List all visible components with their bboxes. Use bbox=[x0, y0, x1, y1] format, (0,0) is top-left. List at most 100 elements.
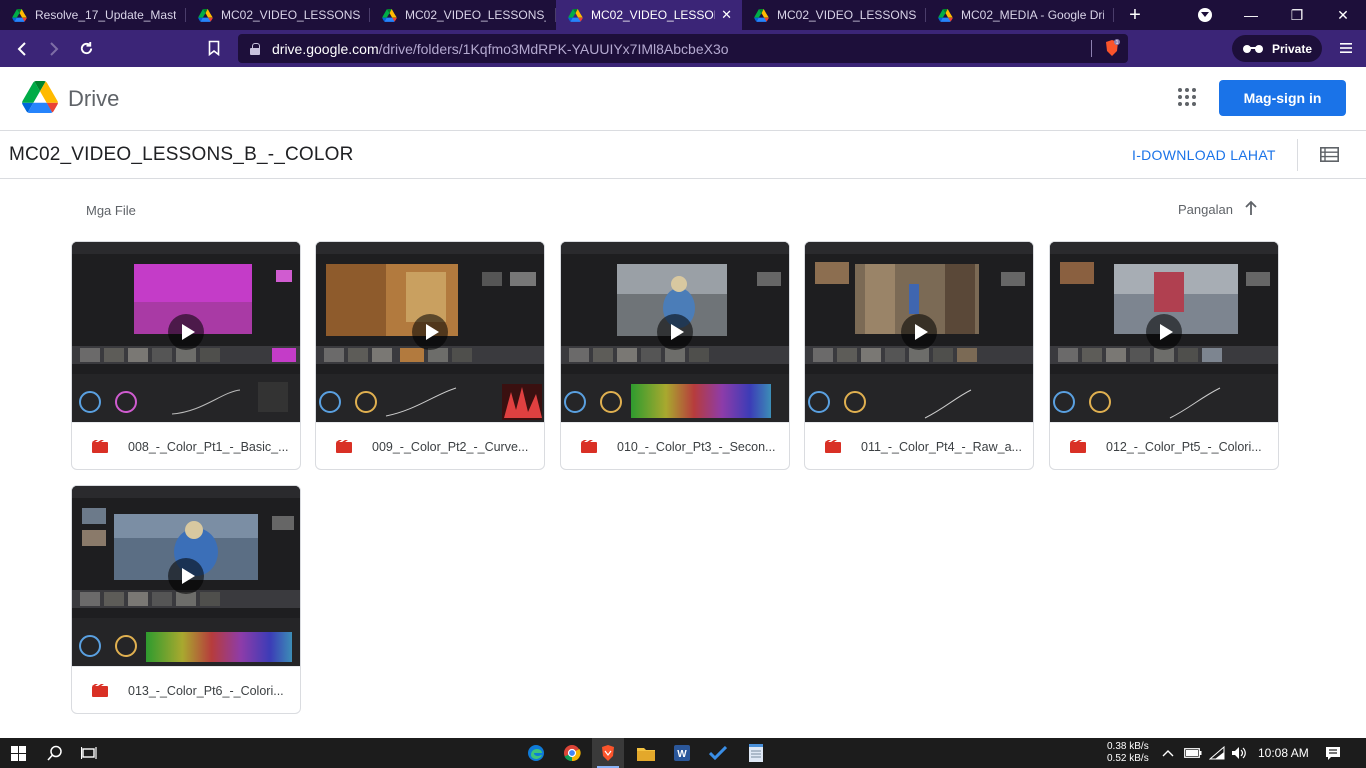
divider bbox=[1297, 139, 1298, 171]
reload-button[interactable] bbox=[70, 33, 102, 65]
tab-close-icon[interactable]: ✕ bbox=[721, 7, 732, 23]
new-tab-button[interactable]: + bbox=[1120, 0, 1150, 30]
url-domain: drive.google.com bbox=[272, 40, 379, 57]
browser-tab[interactable]: MC02_VIDEO_LESSONS_C_- bbox=[370, 0, 556, 30]
address-bar-divider bbox=[1091, 40, 1092, 57]
notification-icon bbox=[1326, 746, 1340, 760]
file-name: 011_-_Color_Pt4_-_Raw_a... bbox=[861, 439, 1022, 454]
reload-icon bbox=[80, 41, 92, 55]
maximize-button[interactable]: ❐ bbox=[1274, 0, 1320, 30]
files-section-label: Mga File bbox=[86, 203, 136, 218]
video-thumbnail bbox=[805, 242, 1033, 422]
window-controls: — ❐ ✕ bbox=[1182, 0, 1366, 30]
browser-tab[interactable]: Resolve_17_Update_MasterC bbox=[0, 0, 186, 30]
sort-by-name-button[interactable]: Pangalan bbox=[1178, 202, 1233, 217]
volume-indicator[interactable] bbox=[1228, 738, 1250, 768]
file-card-footer: 012_-_Color_Pt5_-_Colori... bbox=[1050, 422, 1278, 469]
drive-app-name[interactable]: Drive bbox=[68, 86, 119, 112]
video-thumbnail bbox=[72, 486, 300, 666]
brave-app[interactable] bbox=[592, 738, 624, 768]
battery-indicator[interactable] bbox=[1182, 738, 1204, 768]
back-button[interactable] bbox=[6, 33, 38, 65]
word-app[interactable]: W bbox=[666, 738, 698, 768]
notepad-icon bbox=[749, 744, 763, 762]
file-card[interactable]: 008_-_Color_Pt1_-_Basic_... bbox=[71, 241, 301, 470]
file-card[interactable]: 011_-_Color_Pt4_-_Raw_a... bbox=[804, 241, 1034, 470]
browser-tab[interactable]: MC02_MEDIA - Google Driv bbox=[926, 0, 1114, 30]
wifi-indicator[interactable] bbox=[1206, 738, 1228, 768]
incognito-glasses-icon bbox=[1242, 44, 1263, 53]
system-clock[interactable]: 10:08 AM bbox=[1258, 746, 1309, 760]
play-icon bbox=[168, 558, 204, 594]
task-view-button[interactable] bbox=[72, 738, 106, 768]
drive-header: Drive Mag-sign in bbox=[0, 67, 1366, 131]
video-file-icon bbox=[1070, 440, 1086, 453]
file-card[interactable]: 013_-_Color_Pt6_-_Colori... bbox=[71, 485, 301, 714]
drive-favicon-icon bbox=[12, 8, 27, 22]
video-file-icon bbox=[92, 684, 108, 697]
google-drive-logo-icon[interactable] bbox=[22, 81, 58, 113]
chrome-browser-icon bbox=[564, 745, 581, 762]
video-file-icon bbox=[92, 440, 108, 453]
list-view-icon[interactable] bbox=[1320, 147, 1339, 162]
private-window-indicator[interactable]: Private bbox=[1232, 35, 1322, 62]
search-icon bbox=[47, 745, 62, 761]
chevron-down-icon bbox=[1198, 8, 1212, 22]
file-explorer-app[interactable] bbox=[630, 738, 662, 768]
file-name: 013_-_Color_Pt6_-_Colori... bbox=[128, 683, 284, 698]
network-download-speed: 0.52 kB/s bbox=[1107, 753, 1149, 764]
close-window-button[interactable]: ✕ bbox=[1320, 0, 1366, 30]
play-icon bbox=[657, 314, 693, 350]
sign-in-button[interactable]: Mag-sign in bbox=[1219, 80, 1346, 116]
tab-title: MC02_MEDIA - Google Driv bbox=[961, 8, 1104, 22]
drive-favicon-icon bbox=[198, 8, 213, 22]
search-button[interactable] bbox=[38, 738, 72, 768]
minimize-button[interactable]: — bbox=[1228, 0, 1274, 30]
forward-button[interactable] bbox=[38, 33, 70, 65]
file-card[interactable]: 010_-_Color_Pt3_-_Secon... bbox=[560, 241, 790, 470]
video-file-icon bbox=[336, 440, 352, 453]
brave-shield-icon[interactable]: 1 bbox=[1104, 39, 1120, 57]
file-name: 008_-_Color_Pt1_-_Basic_... bbox=[128, 439, 289, 454]
battery-icon bbox=[1184, 748, 1202, 758]
browser-toolbar: drive.google.com/drive/folders/1Kqfmo3Md… bbox=[0, 30, 1366, 67]
file-card[interactable]: 012_-_Color_Pt5_-_Colori... bbox=[1049, 241, 1279, 470]
file-card-footer: 010_-_Color_Pt3_-_Secon... bbox=[561, 422, 789, 469]
file-card-footer: 011_-_Color_Pt4_-_Raw_a... bbox=[805, 422, 1033, 469]
sort-ascending-arrow-icon[interactable] bbox=[1244, 200, 1258, 216]
play-icon bbox=[412, 314, 448, 350]
file-card[interactable]: 009_-_Color_Pt2_-_Curve... bbox=[315, 241, 545, 470]
file-card-footer: 013_-_Color_Pt6_-_Colori... bbox=[72, 666, 300, 713]
show-hidden-icons-button[interactable] bbox=[1158, 738, 1178, 768]
video-thumbnail bbox=[561, 242, 789, 422]
google-apps-icon[interactable] bbox=[1178, 88, 1196, 106]
windows-taskbar: W 0.38 kB/s 0.52 kB/s 10:08 AM bbox=[0, 738, 1366, 768]
bookmark-icon[interactable] bbox=[208, 40, 220, 56]
edge-app[interactable] bbox=[520, 738, 552, 768]
start-button[interactable] bbox=[0, 738, 36, 768]
browser-menu-button[interactable] bbox=[1334, 33, 1358, 63]
tab-title: MC02_VIDEO_LESSONS bbox=[591, 8, 715, 22]
action-center-button[interactable] bbox=[1320, 738, 1346, 768]
video-file-icon bbox=[581, 440, 597, 453]
tab-search-button[interactable] bbox=[1182, 0, 1228, 30]
svg-text:W: W bbox=[677, 749, 687, 760]
video-thumbnail bbox=[316, 242, 544, 422]
download-all-button[interactable]: I-DOWNLOAD LAHAT bbox=[1132, 147, 1276, 163]
notepad-app[interactable] bbox=[740, 738, 772, 768]
network-speed: 0.38 kB/s 0.52 kB/s bbox=[1107, 741, 1149, 765]
browser-tab-strip: Resolve_17_Update_MasterC MC02_VIDEO_LES… bbox=[0, 0, 1366, 30]
address-bar[interactable]: drive.google.com/drive/folders/1Kqfmo3Md… bbox=[238, 34, 1128, 63]
browser-tab[interactable]: MC02_VIDEO_LESSONS_A_- bbox=[742, 0, 926, 30]
lock-icon bbox=[250, 42, 260, 55]
browser-tab-active[interactable]: MC02_VIDEO_LESSONS ✕ bbox=[556, 0, 742, 30]
task-view-icon bbox=[81, 747, 97, 759]
word-icon: W bbox=[674, 745, 690, 761]
chrome-app[interactable] bbox=[556, 738, 588, 768]
folder-bar: MC02_VIDEO_LESSONS_B_-_COLOR I-DOWNLOAD … bbox=[0, 131, 1366, 179]
browser-tab[interactable]: MC02_VIDEO_LESSONS_D_- bbox=[186, 0, 370, 30]
back-arrow-icon bbox=[17, 41, 26, 56]
file-card-footer: 008_-_Color_Pt1_-_Basic_... bbox=[72, 422, 300, 469]
todo-app[interactable] bbox=[702, 738, 734, 768]
wifi-icon bbox=[1209, 746, 1225, 760]
